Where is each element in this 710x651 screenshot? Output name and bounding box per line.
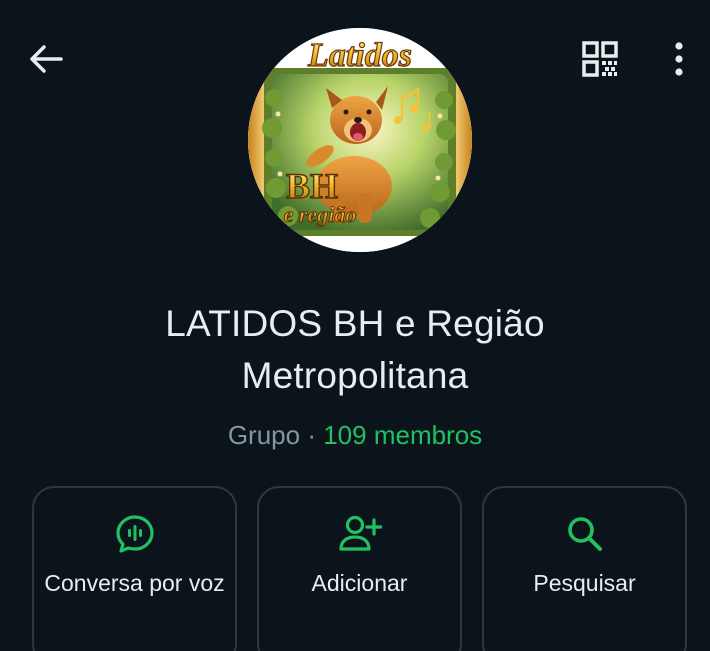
separator-dot: ·	[307, 420, 316, 450]
add-member-button[interactable]: Adicionar	[257, 486, 462, 651]
voice-chat-button[interactable]: Conversa por voz	[32, 486, 237, 651]
voice-chat-icon-wrap	[34, 514, 235, 554]
qr-code-icon	[582, 41, 618, 77]
member-count[interactable]: 109 membros	[323, 420, 482, 450]
search-icon-wrap	[484, 514, 685, 554]
voice-chat-label: Conversa por voz	[44, 570, 225, 596]
voice-chat-icon	[115, 515, 154, 553]
group-avatar[interactable]: Latidos BH e região	[248, 28, 472, 252]
group-name: LATIDOS BH e Região Metropolitana	[0, 298, 710, 402]
arrow-left-icon	[30, 45, 63, 73]
more-vert-icon	[675, 42, 683, 76]
add-member-label: Adicionar	[311, 570, 408, 596]
group-name-line-2: Metropolitana	[241, 355, 469, 396]
add-person-icon	[338, 515, 382, 551]
group-logo-image: Latidos BH e região	[248, 28, 472, 252]
qr-code-button[interactable]	[572, 32, 628, 86]
search-icon	[567, 517, 602, 551]
add-person-icon-wrap	[259, 514, 460, 554]
group-subtitle: Grupo · 109 membros	[0, 417, 710, 453]
logo-bh-text: BH	[286, 166, 338, 206]
search-label: Pesquisar	[533, 570, 636, 596]
more-options-button[interactable]	[654, 32, 704, 86]
search-button[interactable]: Pesquisar	[482, 486, 687, 651]
group-type-label: Grupo	[227, 420, 301, 450]
logo-region-text: e região	[284, 202, 357, 227]
group-info-screen: Latidos BH e região LATIDOS BH e Região …	[0, 0, 710, 651]
logo-title-text: Latidos	[307, 37, 412, 74]
back-button[interactable]	[18, 34, 74, 84]
group-name-line-1: LATIDOS BH e Região	[165, 303, 545, 344]
